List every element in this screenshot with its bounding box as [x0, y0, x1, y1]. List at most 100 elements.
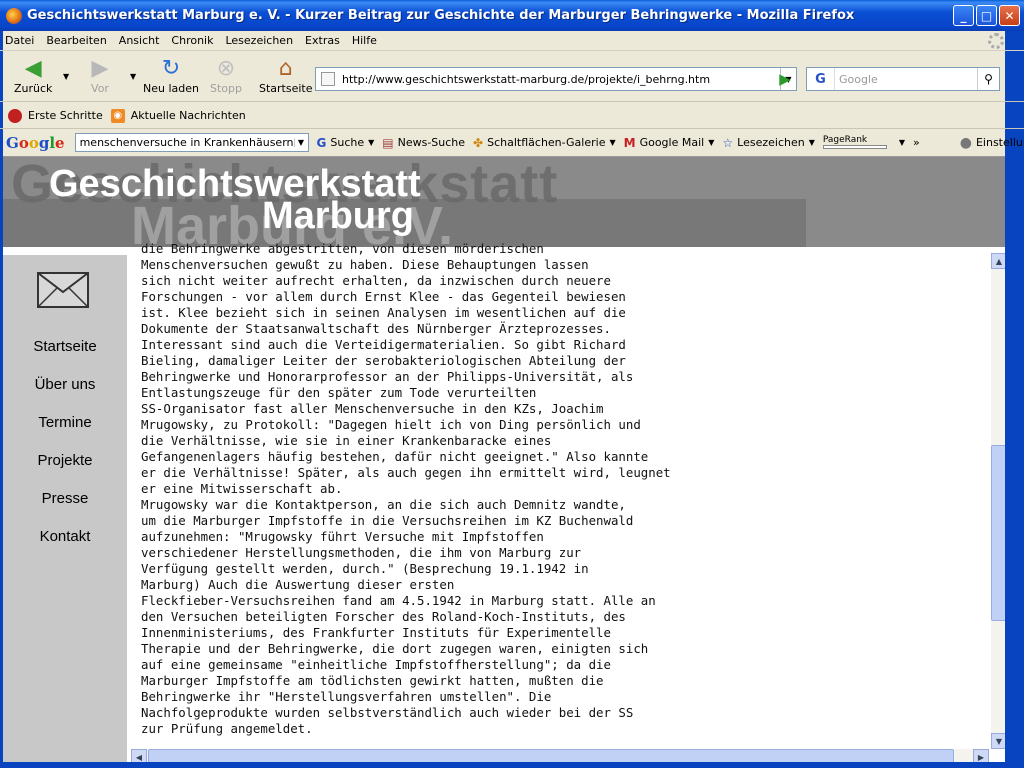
pagerank-dropdown[interactable]: ▼ — [895, 138, 905, 147]
button-gallery-button[interactable]: ✤ Schaltflächen-Galerie ▼ — [473, 136, 616, 150]
chevron-down-icon[interactable]: ▼ — [368, 138, 374, 147]
google-search-label: Suche — [330, 136, 365, 149]
forward-history-dropdown[interactable]: ▼ — [130, 72, 136, 81]
google-settings-button[interactable]: ●Einstellungen▼ — [960, 135, 1024, 151]
chevron-down-icon[interactable]: ▼ — [899, 138, 905, 147]
vertical-scroll-thumb[interactable] — [991, 445, 1005, 621]
close-button[interactable]: ✕ — [999, 5, 1020, 26]
bookmark-aktuelle-nachrichten[interactable]: ◉ Aktuelle Nachrichten — [110, 108, 246, 123]
site-nav-presse[interactable]: Presse — [3, 490, 127, 528]
back-label: Zurück — [14, 82, 53, 95]
article-line: auf eine gemeinsame "einheitliche Impfst… — [141, 657, 611, 672]
google-settings-label: Einstellungen — [975, 136, 1024, 149]
home-icon: ⌂ — [278, 55, 293, 81]
site-nav-startseite[interactable]: Startseite — [3, 338, 127, 376]
scroll-right-icon[interactable]: ▶ — [973, 749, 989, 762]
gmail-button[interactable]: M Google Mail ▼ — [624, 136, 715, 150]
site-nav-kontakt[interactable]: Kontakt — [3, 528, 127, 566]
chevron-down-icon[interactable]: ▼ — [609, 138, 615, 147]
google-toolbar: Google menschenversuche in Krankenhäuser… — [0, 130, 1024, 155]
horizontal-scroll-thumb[interactable] — [148, 749, 954, 762]
menu-datei[interactable]: Datei — [5, 34, 34, 47]
stop-button[interactable]: ⊗ Stopp — [210, 55, 242, 96]
page-viewport: Geschichtswerkstatt Marburg e.V. Geschic… — [3, 156, 1005, 762]
reload-icon: ↻ — [161, 55, 181, 81]
stop-label: Stopp — [210, 82, 242, 95]
search-input[interactable]: Google — [835, 73, 977, 86]
article-line: Gefangenenlagers häufig bestehen, dafür … — [141, 449, 649, 464]
menu-chronik[interactable]: Chronik — [171, 34, 213, 47]
search-box[interactable]: G Google ⚲ — [806, 67, 1000, 91]
news-search-button[interactable]: ▤ News-Suche — [382, 136, 465, 150]
search-engine-google-icon[interactable]: G — [807, 68, 835, 90]
menu-ansicht[interactable]: Ansicht — [119, 34, 160, 47]
site-nav-termine[interactable]: Termine — [3, 414, 127, 452]
article-line: er eine Mitwisserschaft ab. — [141, 481, 343, 496]
site-nav: Startseite Über uns Termine Projekte Pre… — [3, 338, 127, 566]
rss-feed-icon: ◉ — [110, 108, 125, 123]
article-line: aufzunehmen: "Mrugowsky führt Versuche m… — [141, 529, 544, 544]
window-title: Geschichtswerkstatt Marburg e. V. - Kurz… — [27, 8, 855, 23]
article-line: Mrugowsky war die Kontaktperson, an die … — [141, 497, 626, 512]
chevron-down-icon[interactable]: ▼ — [809, 138, 815, 147]
menu-bearbeiten[interactable]: Bearbeiten — [46, 34, 106, 47]
article-line: Forschungen - vor allem durch Ernst Klee… — [141, 289, 626, 304]
stop-icon: ⊗ — [216, 55, 236, 81]
bookmark-label: Aktuelle Nachrichten — [130, 109, 246, 122]
news-icon: ▤ — [382, 135, 394, 150]
scroll-up-icon[interactable]: ▲ — [991, 253, 1005, 269]
maximize-button[interactable]: □ — [976, 5, 997, 26]
url-text[interactable]: http://www.geschichtswerkstatt-marburg.d… — [342, 73, 780, 86]
forward-button[interactable]: ▶ Vor — [87, 56, 113, 96]
site-nav-projekte[interactable]: Projekte — [3, 452, 127, 490]
vertical-scrollbar[interactable]: ▲ ▼ — [991, 253, 1005, 749]
article-line: Dokumente der Staatsanwaltschaft des Nür… — [141, 321, 611, 336]
horizontal-scrollbar[interactable]: ◀ ▶ — [131, 749, 989, 762]
news-search-label: News-Suche — [397, 136, 466, 149]
menu-bar: Datei Bearbeiten Ansicht Chronik Lesezei… — [0, 31, 1024, 51]
article-line: Fleckfieber-Versuchsreihen fand am 4.5.1… — [141, 593, 656, 608]
home-button[interactable]: ⌂ Startseite — [259, 55, 313, 96]
toolbar-overflow-button[interactable]: » — [913, 136, 920, 149]
article-line: SS-Organisator fast aller Menschenversuc… — [141, 401, 604, 416]
article-line: zur Prüfung angemeldet. — [141, 721, 313, 736]
menu-lesezeichen[interactable]: Lesezeichen — [225, 34, 293, 47]
google-query-dropdown[interactable]: ▼ — [293, 138, 308, 147]
google-query-text[interactable]: menschenversuche in Krankenhäusern — [80, 136, 294, 149]
article-line: die Verhältnisse, wie sie in einer Krank… — [141, 433, 552, 448]
url-bar[interactable]: http://www.geschichtswerkstatt-marburg.d… — [315, 67, 797, 91]
article-line: um die Marburger Impfstoffe in die Versu… — [141, 513, 634, 528]
go-arrow-icon[interactable]: ▶ — [776, 69, 794, 89]
pagerank-indicator[interactable]: PageRank — [822, 136, 887, 149]
menu-extras[interactable]: Extras — [305, 34, 340, 47]
google-bookmarks-button[interactable]: ☆ Lesezeichen ▼ — [722, 136, 814, 150]
button-gallery-label: Schaltflächen-Galerie — [487, 136, 606, 149]
firefox-bookmark-icon — [8, 108, 22, 123]
article-line: Innenministeriums, des Frankfurter Insti… — [141, 625, 611, 640]
scroll-left-icon[interactable]: ◀ — [131, 749, 147, 762]
menu-hilfe[interactable]: Hilfe — [352, 34, 377, 47]
reload-button[interactable]: ↻ Neu laden — [143, 55, 199, 96]
envelope-icon[interactable] — [37, 272, 89, 308]
google-search-input[interactable]: menschenversuche in Krankenhäusern ▼ — [74, 133, 309, 152]
site-nav-ueber-uns[interactable]: Über uns — [3, 376, 127, 414]
article-line: Menschenversuchen gewußt zu haben. Diese… — [141, 257, 589, 272]
article-line: Marburger Impfstoffe am tödlichsten gewi… — [141, 673, 604, 688]
google-search-button[interactable]: G Suche ▼ — [317, 136, 375, 150]
back-button[interactable]: ◀ Zurück — [14, 56, 53, 96]
minimize-button[interactable]: _ — [953, 5, 974, 26]
reload-label: Neu laden — [143, 82, 199, 95]
article-line: Interessant sind auch die Verteidigermat… — [141, 337, 626, 352]
article-line: Entlastungszeuge für den später zum Tode… — [141, 385, 537, 400]
back-history-dropdown[interactable]: ▼ — [63, 72, 69, 81]
scroll-down-icon[interactable]: ▼ — [991, 733, 1005, 749]
bookmark-erste-schritte[interactable]: Erste Schritte — [8, 108, 103, 123]
window-titlebar[interactable]: Geschichtswerkstatt Marburg e. V. - Kurz… — [0, 0, 1024, 31]
window-border-bottom — [0, 762, 1024, 768]
article-line: Marburg) Auch die Auswertung dieser erst… — [141, 577, 455, 592]
chevron-down-icon[interactable]: ▼ — [708, 138, 714, 147]
google-bookmarks-label: Lesezeichen — [737, 136, 805, 149]
article-line: sich nicht weiter aufrecht erhalten, da … — [141, 273, 611, 288]
search-magnifier-icon[interactable]: ⚲ — [977, 68, 999, 90]
google-logo[interactable]: Google — [6, 134, 65, 152]
